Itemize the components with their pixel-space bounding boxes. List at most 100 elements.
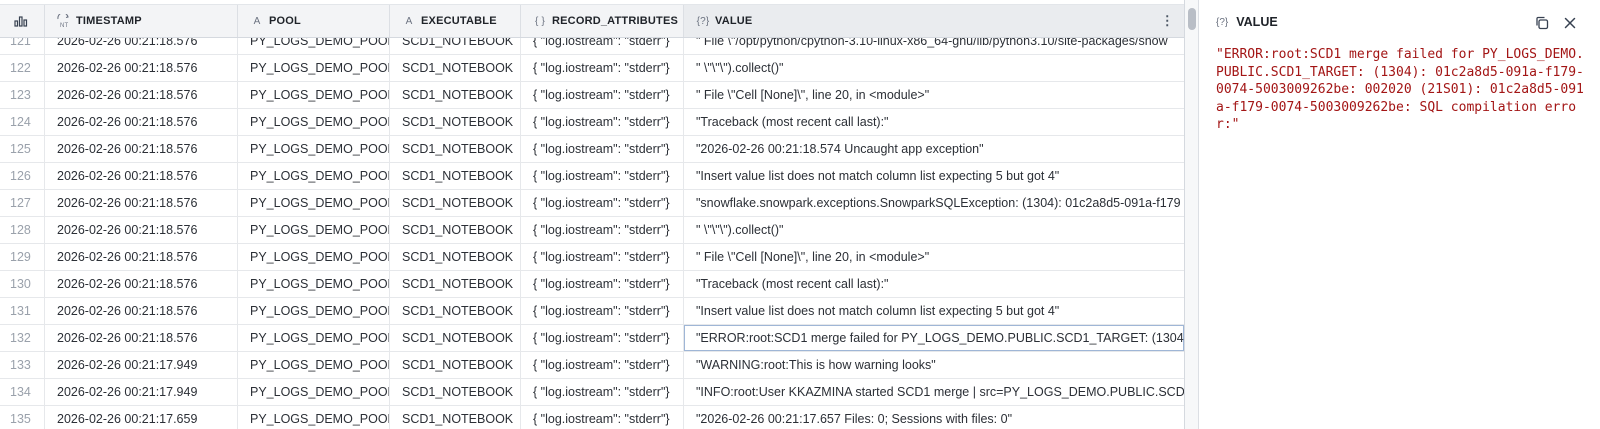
timestamp-cell[interactable]: 2026-02-26 00:21:18.576 [45, 271, 238, 297]
pool-cell[interactable]: PY_LOGS_DEMO_POOL [238, 38, 390, 54]
executable-cell[interactable]: SCD1_NOTEBOOK [390, 55, 521, 81]
record-attributes-cell[interactable]: { "log.iostream": "stderr"} [521, 38, 684, 54]
pool-cell[interactable]: PY_LOGS_DEMO_POOL [238, 190, 390, 216]
row-index[interactable]: 125 [0, 136, 45, 162]
column-chart-toggle[interactable] [0, 5, 45, 37]
pool-cell[interactable]: PY_LOGS_DEMO_POOL [238, 163, 390, 189]
timestamp-cell[interactable]: 2026-02-26 00:21:17.659 [45, 406, 238, 429]
table-row[interactable]: 134 2026-02-26 00:21:17.949 PY_LOGS_DEMO_P… [0, 379, 1184, 406]
pool-cell[interactable]: PY_LOGS_DEMO_POOL [238, 406, 390, 429]
table-row[interactable]: 133 2026-02-26 00:21:17.949 PY_LOGS_DEMO_P… [0, 352, 1184, 379]
column-menu-icon[interactable]: ⋮ [1161, 14, 1174, 28]
table-row[interactable]: 123 2026-02-26 00:21:18.576 PY_LOGS_DEMO_P… [0, 82, 1184, 109]
pool-cell[interactable]: PY_LOGS_DEMO_POOL [238, 109, 390, 135]
row-index[interactable]: 121 [0, 38, 45, 54]
value-cell[interactable]: " File \"/opt/python/cpython-3.10-linux-… [684, 38, 1184, 54]
pool-cell[interactable]: PY_LOGS_DEMO_POOL [238, 271, 390, 297]
executable-cell[interactable]: SCD1_NOTEBOOK [390, 136, 521, 162]
value-cell[interactable]: "INFO:root:User KKAZMINA started SCD1 me… [684, 379, 1184, 405]
grid-scrollbar[interactable] [1185, 0, 1199, 429]
timestamp-cell[interactable]: 2026-02-26 00:21:18.576 [45, 298, 238, 324]
record-attributes-cell[interactable]: { "log.iostream": "stderr"} [521, 163, 684, 189]
value-cell[interactable]: " File \"Cell [None]\", line 20, in <mod… [684, 244, 1184, 270]
row-index[interactable]: 124 [0, 109, 45, 135]
timestamp-cell[interactable]: 2026-02-26 00:21:18.576 [45, 325, 238, 351]
value-cell[interactable]: "2026-02-26 00:21:17.657 Files: 0; Sessi… [684, 406, 1184, 429]
record-attributes-cell[interactable]: { "log.iostream": "stderr"} [521, 109, 684, 135]
column-header-record-attributes[interactable]: { } RECORD_ATTRIBUTES [521, 5, 684, 37]
column-header-pool[interactable]: A POOL [238, 5, 390, 37]
value-cell[interactable]: "Traceback (most recent call last):" [684, 271, 1184, 297]
value-cell[interactable]: "Traceback (most recent call last):" [684, 109, 1184, 135]
record-attributes-cell[interactable]: { "log.iostream": "stderr"} [521, 379, 684, 405]
pool-cell[interactable]: PY_LOGS_DEMO_POOL [238, 217, 390, 243]
pool-cell[interactable]: PY_LOGS_DEMO_POOL [238, 136, 390, 162]
row-index[interactable]: 126 [0, 163, 45, 189]
record-attributes-cell[interactable]: { "log.iostream": "stderr"} [521, 55, 684, 81]
record-attributes-cell[interactable]: { "log.iostream": "stderr"} [521, 217, 684, 243]
timestamp-cell[interactable]: 2026-02-26 00:21:18.576 [45, 190, 238, 216]
close-button[interactable] [1560, 13, 1580, 33]
executable-cell[interactable]: SCD1_NOTEBOOK [390, 217, 521, 243]
table-row[interactable]: 131 2026-02-26 00:21:18.576 PY_LOGS_DEMO_P… [0, 298, 1184, 325]
pool-cell[interactable]: PY_LOGS_DEMO_POOL [238, 352, 390, 378]
pool-cell[interactable]: PY_LOGS_DEMO_POOL [238, 55, 390, 81]
value-cell[interactable]: "ERROR:root:SCD1 merge failed for PY_LOG… [684, 325, 1184, 351]
row-index[interactable]: 123 [0, 82, 45, 108]
timestamp-cell[interactable]: 2026-02-26 00:21:18.576 [45, 217, 238, 243]
timestamp-cell[interactable]: 2026-02-26 00:21:18.576 [45, 136, 238, 162]
timestamp-cell[interactable]: 2026-02-26 00:21:18.576 [45, 244, 238, 270]
timestamp-cell[interactable]: 2026-02-26 00:21:18.576 [45, 163, 238, 189]
executable-cell[interactable]: SCD1_NOTEBOOK [390, 406, 521, 429]
table-row[interactable]: 127 2026-02-26 00:21:18.576 PY_LOGS_DEMO_P… [0, 190, 1184, 217]
executable-cell[interactable]: SCD1_NOTEBOOK [390, 298, 521, 324]
row-index[interactable]: 131 [0, 298, 45, 324]
pool-cell[interactable]: PY_LOGS_DEMO_POOL [238, 379, 390, 405]
value-cell[interactable]: "Insert value list does not match column… [684, 163, 1184, 189]
column-header-timestamp[interactable]: NT TIMESTAMP [45, 5, 238, 37]
record-attributes-cell[interactable]: { "log.iostream": "stderr"} [521, 136, 684, 162]
column-header-value[interactable]: {?} VALUE ⋮ [684, 5, 1184, 37]
record-attributes-cell[interactable]: { "log.iostream": "stderr"} [521, 352, 684, 378]
executable-cell[interactable]: SCD1_NOTEBOOK [390, 163, 521, 189]
record-attributes-cell[interactable]: { "log.iostream": "stderr"} [521, 190, 684, 216]
row-index[interactable]: 134 [0, 379, 45, 405]
row-index[interactable]: 129 [0, 244, 45, 270]
record-attributes-cell[interactable]: { "log.iostream": "stderr"} [521, 82, 684, 108]
column-header-executable[interactable]: A EXECUTABLE [390, 5, 521, 37]
executable-cell[interactable]: SCD1_NOTEBOOK [390, 82, 521, 108]
pool-cell[interactable]: PY_LOGS_DEMO_POOL [238, 82, 390, 108]
row-index[interactable]: 132 [0, 325, 45, 351]
executable-cell[interactable]: SCD1_NOTEBOOK [390, 379, 521, 405]
timestamp-cell[interactable]: 2026-02-26 00:21:18.576 [45, 82, 238, 108]
row-index[interactable]: 133 [0, 352, 45, 378]
copy-button[interactable] [1532, 13, 1552, 33]
value-cell[interactable]: "WARNING:root:This is how warning looks" [684, 352, 1184, 378]
table-row[interactable]: 130 2026-02-26 00:21:18.576 PY_LOGS_DEMO_P… [0, 271, 1184, 298]
timestamp-cell[interactable]: 2026-02-26 00:21:17.949 [45, 379, 238, 405]
timestamp-cell[interactable]: 2026-02-26 00:21:18.576 [45, 109, 238, 135]
timestamp-cell[interactable]: 2026-02-26 00:21:18.576 [45, 55, 238, 81]
row-index[interactable]: 127 [0, 190, 45, 216]
executable-cell[interactable]: SCD1_NOTEBOOK [390, 190, 521, 216]
table-row[interactable]: 121 2026-02-26 00:21:18.576 PY_LOGS_DEMO_P… [0, 38, 1184, 55]
table-row[interactable]: 129 2026-02-26 00:21:18.576 PY_LOGS_DEMO_P… [0, 244, 1184, 271]
timestamp-cell[interactable]: 2026-02-26 00:21:18.576 [45, 38, 238, 54]
table-row[interactable]: 126 2026-02-26 00:21:18.576 PY_LOGS_DEMO_P… [0, 163, 1184, 190]
row-index[interactable]: 135 [0, 406, 45, 429]
row-index[interactable]: 130 [0, 271, 45, 297]
value-cell[interactable]: "Insert value list does not match column… [684, 298, 1184, 324]
table-row[interactable]: 135 2026-02-26 00:21:17.659 PY_LOGS_DEMO_P… [0, 406, 1184, 429]
pool-cell[interactable]: PY_LOGS_DEMO_POOL [238, 298, 390, 324]
executable-cell[interactable]: SCD1_NOTEBOOK [390, 244, 521, 270]
row-index[interactable]: 122 [0, 55, 45, 81]
value-cell[interactable]: " \"\"\").collect()" [684, 55, 1184, 81]
executable-cell[interactable]: SCD1_NOTEBOOK [390, 38, 521, 54]
record-attributes-cell[interactable]: { "log.iostream": "stderr"} [521, 271, 684, 297]
executable-cell[interactable]: SCD1_NOTEBOOK [390, 271, 521, 297]
executable-cell[interactable]: SCD1_NOTEBOOK [390, 352, 521, 378]
pool-cell[interactable]: PY_LOGS_DEMO_POOL [238, 244, 390, 270]
value-cell[interactable]: " \"\"\").collect()" [684, 217, 1184, 243]
record-attributes-cell[interactable]: { "log.iostream": "stderr"} [521, 325, 684, 351]
record-attributes-cell[interactable]: { "log.iostream": "stderr"} [521, 298, 684, 324]
